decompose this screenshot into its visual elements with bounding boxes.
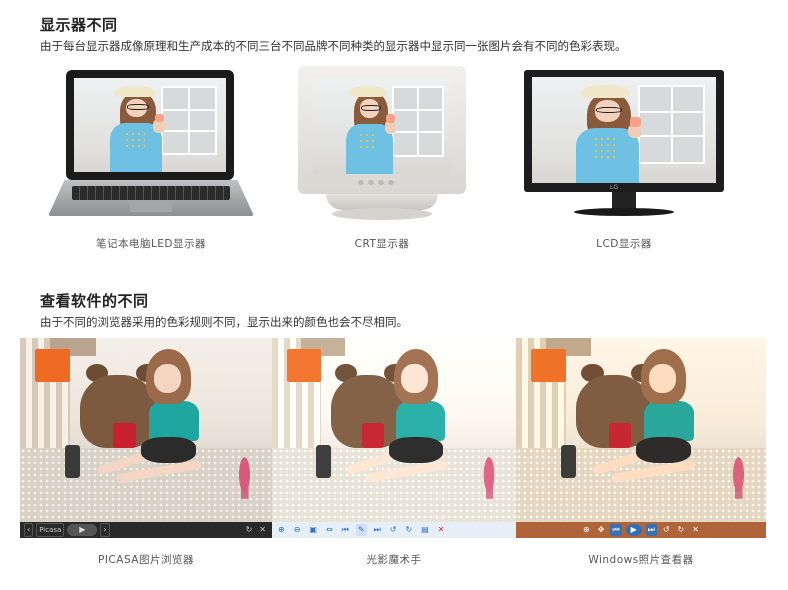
- play-icon[interactable]: ▶: [625, 524, 642, 536]
- caption-nm: 光影魔术手: [366, 554, 422, 566]
- next-icon[interactable]: ›: [100, 523, 110, 537]
- caption-laptop: 笔记本电脑LED显示器: [95, 238, 207, 250]
- delete-icon[interactable]: ✕: [257, 524, 268, 536]
- next-icon[interactable]: ⏭: [645, 524, 657, 536]
- viewer-picasa: ‹ Picasa ▶ › ↻ ✕: [20, 338, 272, 538]
- last-icon[interactable]: ⏭: [372, 524, 383, 536]
- fullscreen-icon[interactable]: ⇔: [324, 524, 335, 536]
- rotate-right-icon[interactable]: ↻: [403, 524, 414, 536]
- rotate-left-icon[interactable]: ↺: [661, 524, 672, 536]
- edit-icon[interactable]: ✎: [355, 524, 367, 536]
- lcd-stand: [574, 208, 674, 216]
- caption-lcd: LCD显示器: [596, 238, 652, 250]
- prev-icon[interactable]: ⏮: [610, 524, 622, 536]
- viewer-windows: ⊕ ✥ ⏮ ▶ ⏭ ↺ ↻ ✕: [516, 338, 766, 538]
- caption-crt: CRT显示器: [354, 238, 410, 250]
- play-icon[interactable]: ▶: [67, 524, 98, 536]
- lcd-screen-photo: [532, 77, 716, 183]
- caption-windows: Windows照片查看器: [588, 554, 694, 566]
- save-icon[interactable]: ▤: [419, 524, 431, 536]
- crt-screen-photo: [312, 78, 452, 174]
- touchpad: [130, 202, 172, 212]
- rotate-left-icon[interactable]: ↺: [388, 524, 399, 536]
- viewer-nm: ⊕ ⊖ ▣ ⇔ ⏮ ✎ ⏭ ↺ ↻ ▤ ✕: [272, 338, 516, 538]
- delete-icon[interactable]: ✕: [690, 524, 701, 536]
- lcd-brand-logo: LG: [610, 184, 618, 191]
- fit-icon[interactable]: ✥: [596, 524, 607, 536]
- laptop-screen-photo: [74, 78, 226, 172]
- section-desc-monitors: 由于每台显示器成像原理和生产成本的不同三台不同品牌不同种类的显示器中显示同一张图…: [40, 39, 627, 53]
- caption-picasa: PICASA图片浏览器: [98, 554, 194, 566]
- win-toolbar: ⊕ ✥ ⏮ ▶ ⏭ ↺ ↻ ✕: [516, 522, 766, 538]
- zoom-icon[interactable]: ⊕: [276, 524, 287, 536]
- section-desc-viewers: 由于不同的浏览器采用的色彩规则不同，显示出来的颜色也会不尽相同。: [40, 315, 408, 329]
- picasa-toolbar: ‹ Picasa ▶ › ↻ ✕: [20, 522, 272, 538]
- prev-icon[interactable]: ‹: [24, 523, 34, 537]
- zoom-out-icon[interactable]: ⊖: [292, 524, 303, 536]
- nm-toolbar: ⊕ ⊖ ▣ ⇔ ⏮ ✎ ⏭ ↺ ↻ ▤ ✕: [272, 522, 516, 538]
- zoom-icon[interactable]: ⊕: [581, 524, 592, 536]
- rotate-icon[interactable]: ↻: [244, 524, 255, 536]
- delete-icon[interactable]: ✕: [436, 524, 447, 536]
- rotate-right-icon[interactable]: ↻: [676, 524, 687, 536]
- crt-stand: [332, 208, 432, 220]
- first-icon[interactable]: ⏮: [340, 524, 351, 536]
- fit-icon[interactable]: ▣: [307, 524, 319, 536]
- laptop-monitor: [38, 70, 264, 222]
- section-title-viewers: 查看软件的不同: [40, 292, 149, 310]
- crt-monitor: [298, 66, 466, 226]
- section-title-monitors: 显示器不同: [40, 16, 118, 34]
- lcd-monitor: LG: [524, 70, 724, 222]
- picasa-label: Picasa: [36, 523, 65, 537]
